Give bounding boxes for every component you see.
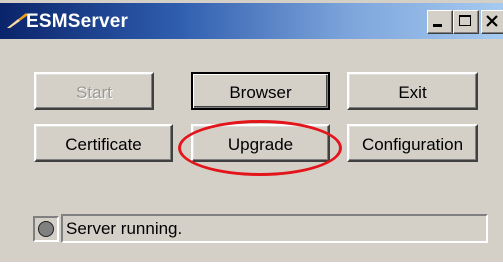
certificate-button[interactable]: Certificate bbox=[34, 124, 173, 162]
configuration-button[interactable]: Configuration bbox=[347, 124, 478, 162]
esmserver-window: ESMServer Start Browser Exit Certificate… bbox=[0, 0, 503, 262]
window-title: ESMServer bbox=[26, 11, 129, 32]
minimize-button[interactable] bbox=[427, 10, 453, 34]
status-text-field: Server running. bbox=[61, 214, 488, 243]
status-indicator bbox=[33, 216, 59, 242]
close-button[interactable] bbox=[481, 10, 503, 34]
start-button[interactable]: Start bbox=[34, 72, 154, 110]
esm-logo-icon bbox=[6, 11, 28, 29]
maximize-button[interactable] bbox=[453, 10, 479, 34]
browser-button[interactable]: Browser bbox=[191, 72, 330, 110]
exit-button[interactable]: Exit bbox=[347, 72, 478, 110]
status-light-icon bbox=[38, 221, 54, 237]
upgrade-button[interactable]: Upgrade bbox=[191, 124, 330, 162]
title-bar[interactable]: ESMServer bbox=[0, 3, 503, 39]
